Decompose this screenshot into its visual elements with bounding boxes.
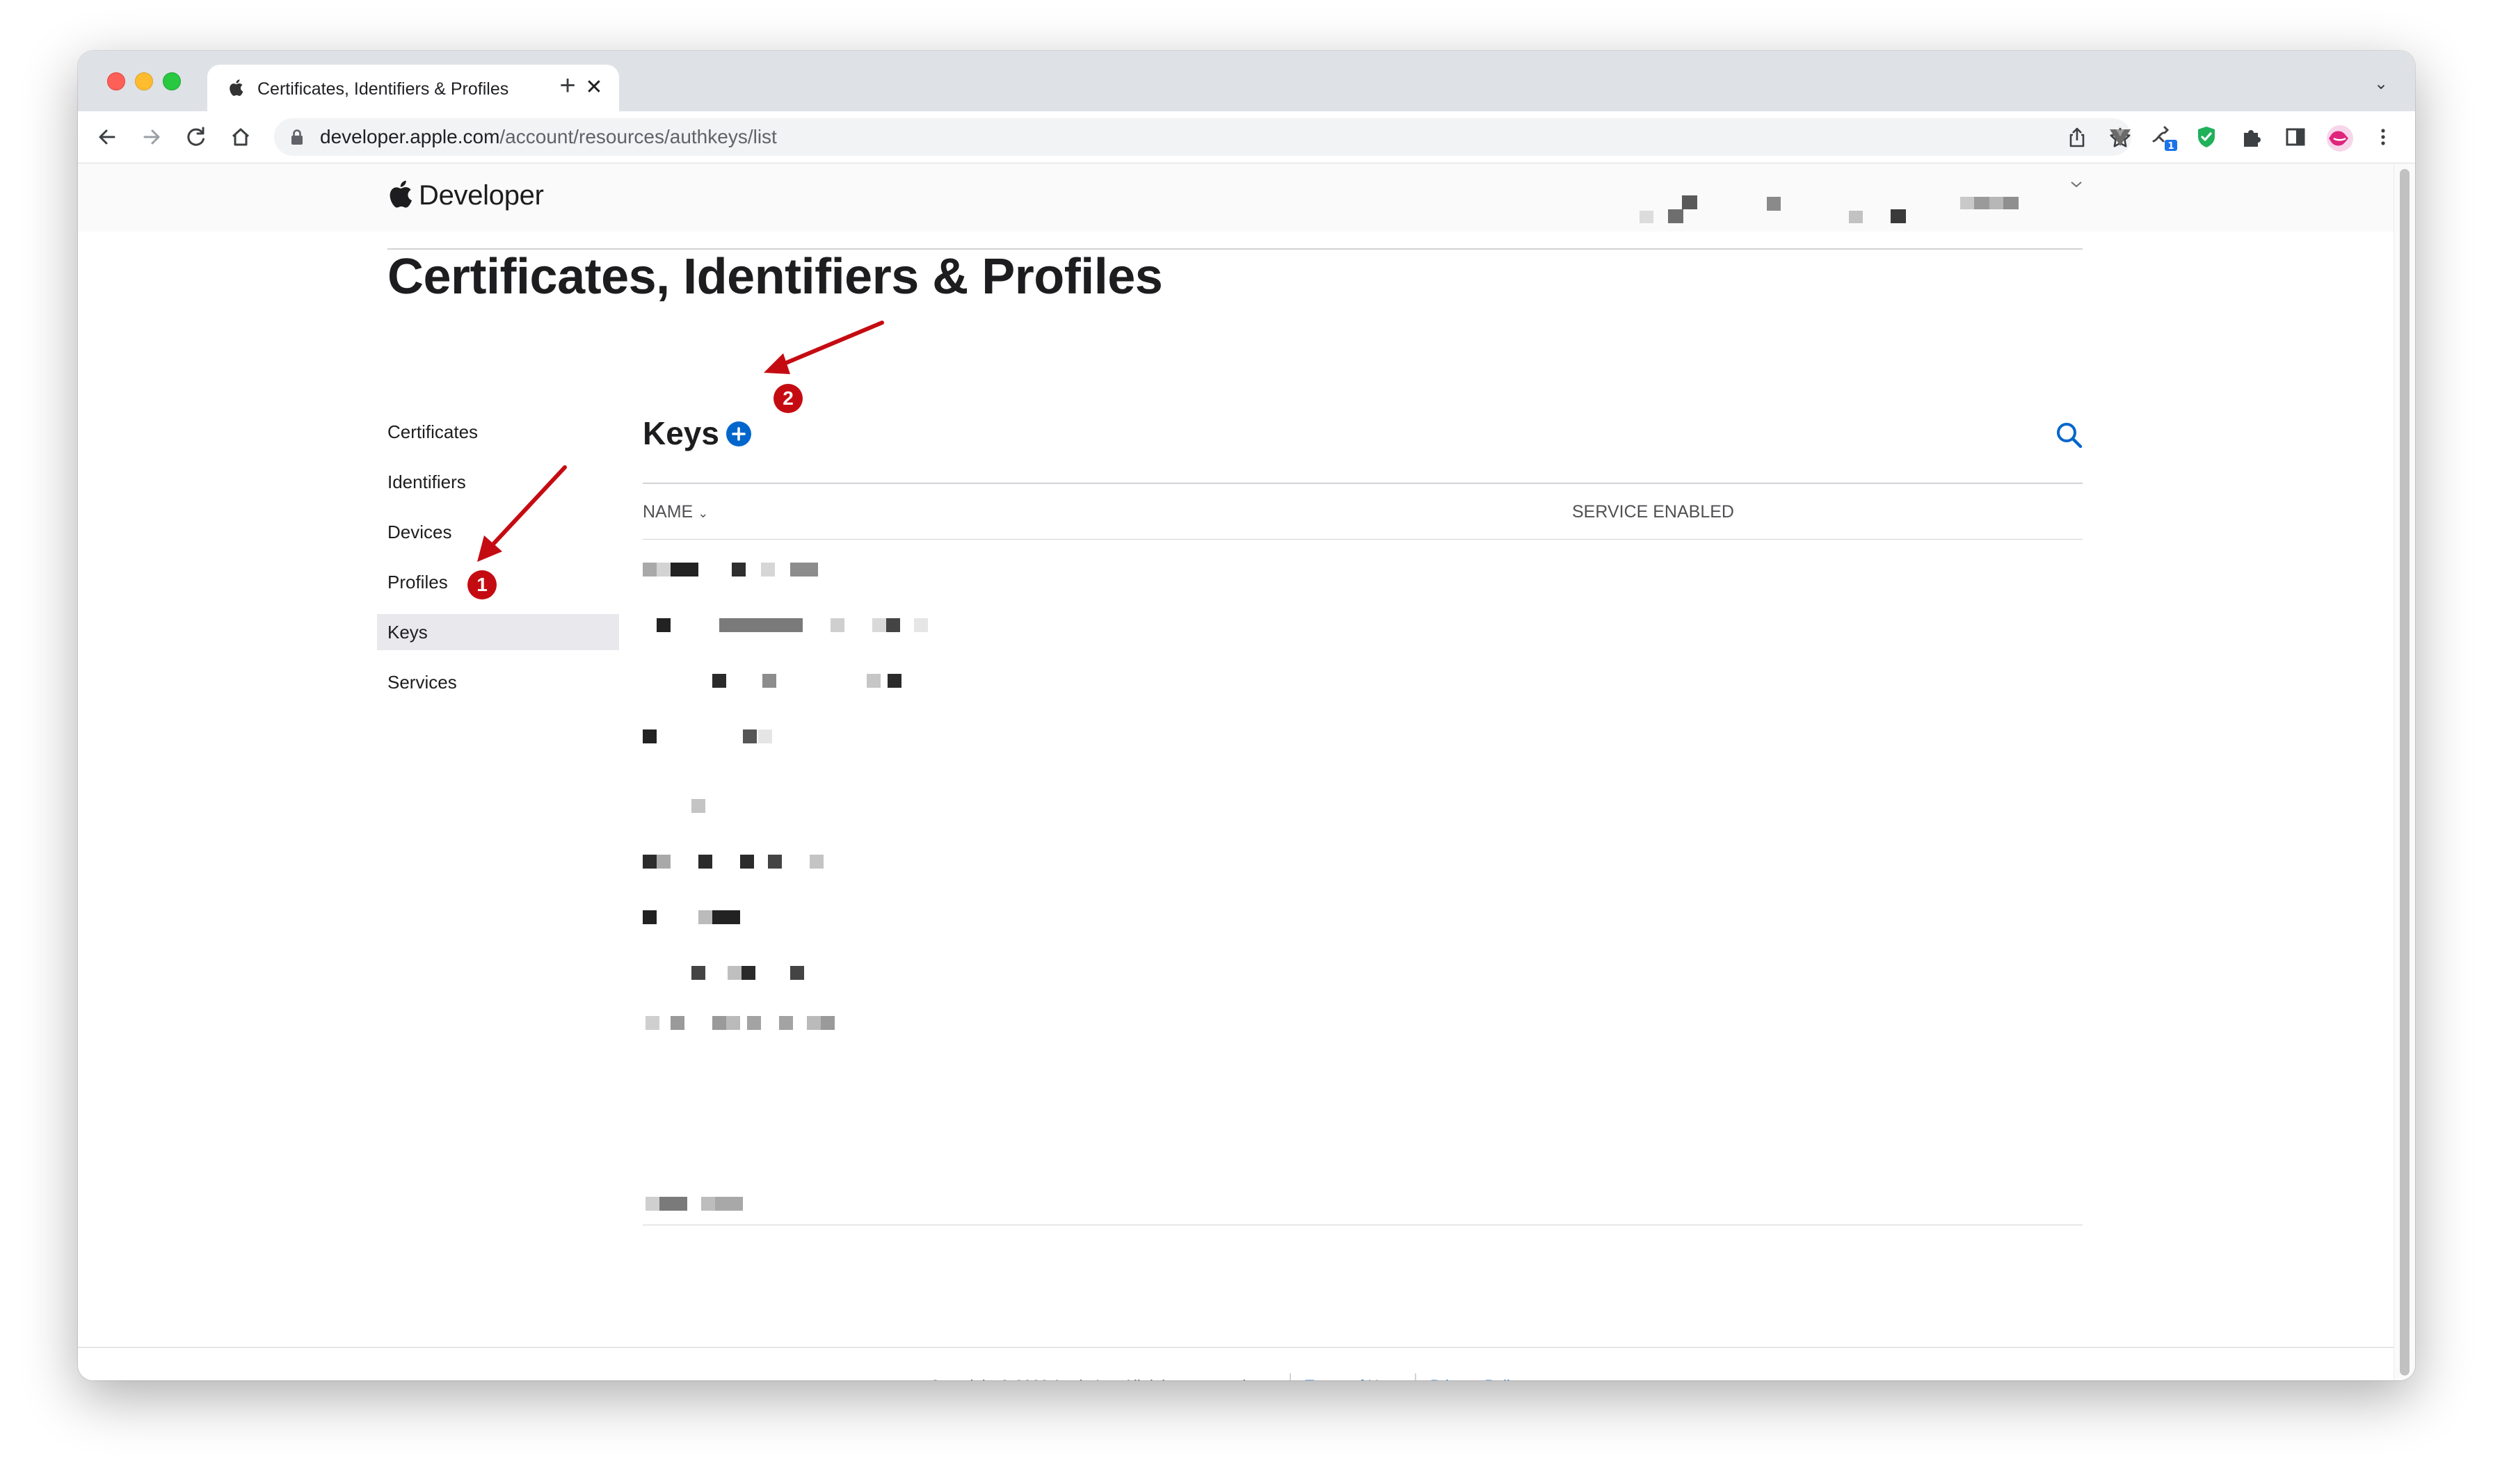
privacy-policy-link[interactable]: Privacy Policy: [1430, 1373, 1525, 1380]
shield-extension-icon[interactable]: [2193, 123, 2220, 151]
web-page: Developer Certificates, Identifiers & Pr…: [78, 163, 2394, 1380]
table-top-divider: [643, 483, 2083, 484]
sidebar-item-devices[interactable]: Devices: [377, 514, 619, 550]
copyright-text: Copyright © 2022 Apple Inc. All rights r…: [929, 1373, 1250, 1380]
service-enabled-column-header: SERVICE ENABLED: [1572, 502, 1734, 522]
forward-icon[interactable]: [138, 123, 166, 151]
back-icon[interactable]: [93, 123, 121, 151]
account-chevron-down-icon[interactable]: [2070, 176, 2083, 192]
annotation-badge-2: 2: [773, 384, 803, 413]
url-text[interactable]: developer.apple.com/account/resources/au…: [320, 127, 777, 147]
table-row[interactable]: [643, 796, 1756, 817]
sort-chevron-icon: ⌄: [698, 506, 709, 520]
table-row[interactable]: [643, 908, 1756, 928]
sidebar-item-keys[interactable]: Keys: [377, 614, 619, 650]
footer-separator: [1415, 1373, 1416, 1380]
tab-search-chevron-icon[interactable]: ⌄: [2371, 74, 2391, 95]
sidebar-item-services[interactable]: Services: [377, 664, 619, 700]
scrollbar-thumb[interactable]: [2400, 169, 2410, 1376]
side-panel-icon[interactable]: [2282, 123, 2309, 151]
close-tab-icon[interactable]: ✕: [583, 76, 605, 99]
table-row[interactable]: [643, 671, 1756, 692]
add-key-button[interactable]: [726, 421, 751, 446]
sidebar-item-identifiers[interactable]: Identifiers: [377, 464, 619, 500]
plus-icon: [732, 427, 746, 441]
search-button[interactable]: [2053, 419, 2085, 451]
reload-icon[interactable]: [182, 123, 210, 151]
apple-favicon-icon: [228, 79, 246, 97]
page-scrollbar[interactable]: [2394, 163, 2415, 1380]
extensions-puzzle-icon[interactable]: [2237, 123, 2265, 151]
menu-icon[interactable]: [2369, 123, 2397, 151]
browser-toolbar: developer.apple.com/account/resources/au…: [78, 111, 2415, 163]
table-row[interactable]: [643, 560, 1756, 581]
table-row[interactable]: [643, 1013, 1756, 1034]
home-icon[interactable]: [227, 123, 255, 151]
search-icon: [2057, 423, 2083, 449]
browser-tab-strip: Certificates, Identifiers & Profiles ✕ +…: [78, 51, 2415, 111]
vue-devtools-extension-icon[interactable]: [2106, 123, 2134, 151]
annotation-badge-1: 1: [467, 570, 497, 599]
footer: Copyright © 2022 Apple Inc. All rights r…: [78, 1373, 2394, 1380]
translate-extension-icon[interactable]: 1: [2149, 123, 2177, 152]
table-row[interactable]: [643, 615, 1756, 636]
table-row[interactable]: [643, 1194, 1756, 1215]
title-divider: [387, 248, 2083, 250]
footer-separator: [1290, 1373, 1291, 1380]
developer-brand[interactable]: Developer: [419, 180, 544, 211]
table-row[interactable]: [643, 727, 1756, 748]
table-row[interactable]: [643, 852, 1756, 873]
tab-title: Certificates, Identifiers & Profiles: [257, 79, 509, 99]
share-icon[interactable]: [2065, 125, 2090, 150]
sidebar-item-certificates[interactable]: Certificates: [377, 414, 619, 450]
zoom-window-button[interactable]: [163, 72, 181, 90]
profile-avatar-icon[interactable]: [2325, 123, 2353, 152]
sidebar-item-profiles[interactable]: Profiles: [377, 564, 619, 600]
header-divider: [643, 539, 2083, 540]
name-column-header[interactable]: NAME ⌄: [643, 500, 708, 525]
browser-window: Certificates, Identifiers & Profiles ✕ +…: [78, 51, 2415, 1380]
table-row[interactable]: [643, 963, 1756, 984]
keys-title: Keys: [643, 415, 719, 451]
global-nav: Developer: [78, 163, 2394, 232]
page-title: Certificates, Identifiers & Profiles: [387, 249, 1163, 305]
minimize-window-button[interactable]: [135, 72, 153, 90]
apple-logo-icon[interactable]: [387, 179, 412, 209]
close-window-button[interactable]: [107, 72, 125, 90]
footer-divider: [78, 1347, 2394, 1348]
lock-icon[interactable]: [288, 128, 306, 146]
extension-badge: 1: [2167, 141, 2174, 152]
new-tab-button[interactable]: +: [554, 72, 582, 99]
address-bar[interactable]: developer.apple.com/account/resources/au…: [274, 118, 2131, 156]
terms-of-use-link[interactable]: Terms of Use: [1305, 1373, 1395, 1380]
